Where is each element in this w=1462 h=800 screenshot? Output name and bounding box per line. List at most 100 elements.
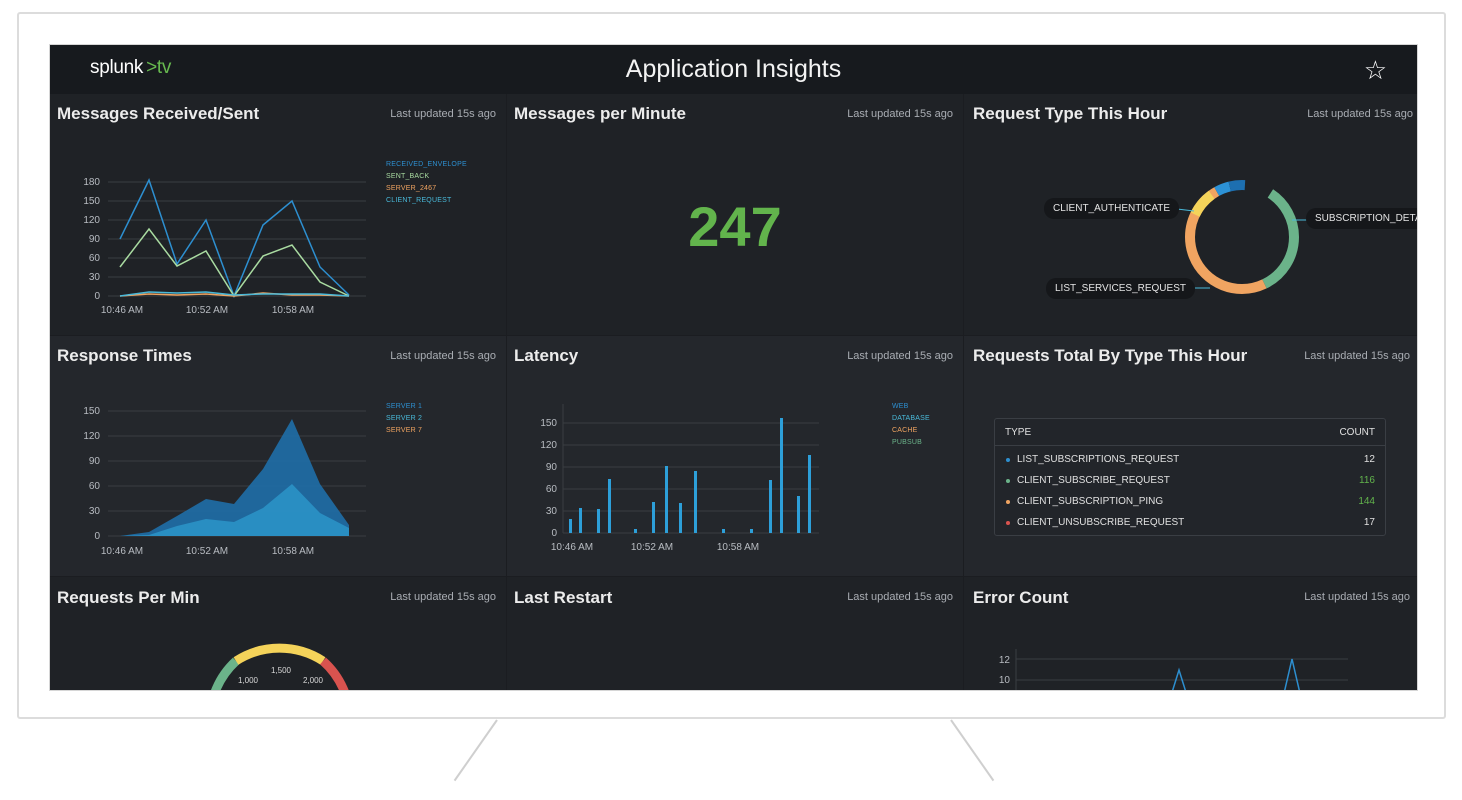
row-count: 116: [1359, 475, 1375, 486]
y-tick: 150: [83, 406, 100, 417]
table-row: LIST_SUBSCRIPTIONS_REQUEST 12: [995, 451, 1385, 471]
x-tick: 10:58 AM: [272, 305, 314, 316]
y-tick: 0: [551, 528, 557, 539]
y-tick: 120: [540, 440, 557, 451]
y-tick: 90: [89, 234, 101, 245]
y-tick: 120: [83, 431, 100, 442]
gauge-tick: 1,500: [271, 666, 292, 675]
column-header-count: COUNT: [1339, 427, 1375, 438]
response-area-chart: 150 120 90 60 30 0 10:46 AM 10:52 AM 10:…: [83, 406, 366, 557]
gauge-tick: 1,000: [238, 676, 259, 685]
top-bar: splunk >tv Application Insights ☆: [50, 45, 1417, 94]
y-tick: 30: [89, 272, 101, 283]
chart-legend: WEB DATABASE CACHE PUBSUB: [892, 401, 930, 449]
bar: [750, 529, 753, 533]
bar: [797, 496, 800, 533]
bar: [722, 529, 725, 533]
chart-legend: RECEIVED_ENVELOPE SENT_BACK SERVER_2467 …: [386, 159, 467, 207]
messages-line-chart: 180 150 120 90 60 30 0 10:46 AM 10:52 AM…: [83, 177, 366, 316]
error-line-chart: 12 10: [999, 649, 1348, 690]
status-dot: [1006, 458, 1010, 462]
status-dot: [1006, 521, 1010, 525]
y-tick: 90: [546, 462, 558, 473]
bar: [780, 418, 783, 533]
panel-error-count[interactable]: Error Count Last updated 15s ago 12 10: [964, 577, 1417, 690]
legend-item: SERVER_2467: [386, 185, 437, 192]
panel-requests-per-min[interactable]: Requests Per Min Last updated 15s ago 1,…: [50, 577, 506, 690]
y-tick: 12: [999, 655, 1011, 666]
row-type: CLIENT_UNSUBSCRIBE_REQUEST: [1017, 517, 1185, 528]
requests-table: TYPE COUNT LIST_SUBSCRIPTIONS_REQUEST 12…: [994, 418, 1386, 536]
panel-requests-total-by-type[interactable]: Requests Total By Type This Hour Last up…: [964, 336, 1417, 576]
table-row: CLIENT_SUBSCRIBE_REQUEST 116: [995, 472, 1385, 492]
bar: [808, 455, 811, 533]
y-tick: 90: [89, 456, 101, 467]
y-tick: 120: [83, 215, 100, 226]
radial-gauge: 1,000 1,500 2,000: [211, 643, 349, 690]
x-tick: 10:58 AM: [272, 546, 314, 557]
table-header: TYPE COUNT: [995, 419, 1385, 446]
series-received-envelope: [119, 178, 350, 299]
star-icon[interactable]: ☆: [1364, 55, 1387, 86]
last-updated-label: Last updated 15s ago: [1304, 350, 1410, 362]
panel-request-type-this-hour[interactable]: Request Type This Hour Last updated 15s …: [964, 94, 1417, 335]
gauge-arc-red: [319, 657, 349, 690]
x-tick: 10:46 AM: [101, 546, 143, 557]
panel-last-restart[interactable]: Last Restart Last updated 15s ago: [507, 577, 963, 690]
row-type: LIST_SUBSCRIPTIONS_REQUEST: [1017, 454, 1180, 465]
legend-item: CACHE: [892, 427, 918, 434]
bar: [579, 508, 582, 533]
row-count: 17: [1363, 517, 1375, 528]
y-tick: 150: [83, 196, 100, 207]
panel-messages-per-minute[interactable]: Messages per Minute Last updated 15s ago…: [507, 94, 963, 335]
tv-stand-left-leg: [453, 719, 498, 782]
x-tick: 10:58 AM: [717, 542, 759, 553]
bar: [634, 529, 637, 533]
tv-stand-right-leg: [950, 719, 995, 782]
last-updated-label: Last updated 15s ago: [847, 108, 953, 120]
status-dot: [1006, 479, 1010, 483]
legend-item: RECEIVED_ENVELOPE: [386, 161, 467, 168]
bar: [597, 509, 600, 533]
tv-screen: splunk >tv Application Insights ☆ Message…: [49, 44, 1418, 691]
panel-response-times[interactable]: Response Times Last updated 15s ago 150 …: [50, 336, 506, 576]
gauge-tick: 2,000: [303, 676, 324, 685]
donut-label-client-authenticate: CLIENT_AUTHENTICATE: [1044, 198, 1180, 219]
legend-item: DATABASE: [892, 415, 930, 422]
y-tick: 10: [999, 675, 1011, 686]
column-header-type: TYPE: [1005, 427, 1032, 438]
x-tick: 10:46 AM: [551, 542, 593, 553]
x-tick: 10:52 AM: [186, 546, 228, 557]
bar: [694, 471, 697, 533]
panel-latency[interactable]: Latency Last updated 15s ago 150 120 90 …: [507, 336, 963, 576]
gauge-arc-yellow: [233, 643, 326, 665]
x-tick: 10:52 AM: [186, 305, 228, 316]
legend-item: WEB: [892, 403, 909, 410]
x-tick: 10:52 AM: [631, 542, 673, 553]
single-value: 247: [688, 195, 782, 258]
y-tick: 150: [540, 418, 557, 429]
x-tick: 10:46 AM: [101, 305, 143, 316]
gauge-arc-green: [211, 657, 240, 690]
y-tick: 60: [89, 253, 101, 264]
bar: [652, 502, 655, 533]
row-type: CLIENT_SUBSCRIPTION_PING: [1017, 496, 1164, 507]
bar: [665, 466, 668, 533]
y-tick: 0: [94, 531, 100, 542]
panel-messages-received-sent[interactable]: Messages Received/Sent Last updated 15s …: [50, 94, 506, 335]
row-type: CLIENT_SUBSCRIBE_REQUEST: [1017, 475, 1170, 486]
series-errors: [1171, 658, 1300, 690]
table-row: CLIENT_SUBSCRIPTION_PING 144: [995, 493, 1385, 513]
y-tick: 60: [89, 481, 101, 492]
bar: [679, 503, 682, 533]
legend-item: SERVER 2: [386, 415, 423, 422]
chart-legend: SERVER 1 SERVER 2 SERVER 7: [386, 401, 422, 437]
y-tick: 0: [94, 291, 100, 302]
table-row: CLIENT_UNSUBSCRIBE_REQUEST 17: [995, 514, 1385, 534]
bar: [608, 479, 611, 533]
y-tick: 60: [546, 484, 558, 495]
page-title: Application Insights: [625, 55, 842, 83]
legend-item: SENT_BACK: [386, 173, 430, 180]
donut-label-list-services-request: LIST_SERVICES_REQUEST: [1046, 278, 1195, 299]
bar: [769, 480, 772, 533]
